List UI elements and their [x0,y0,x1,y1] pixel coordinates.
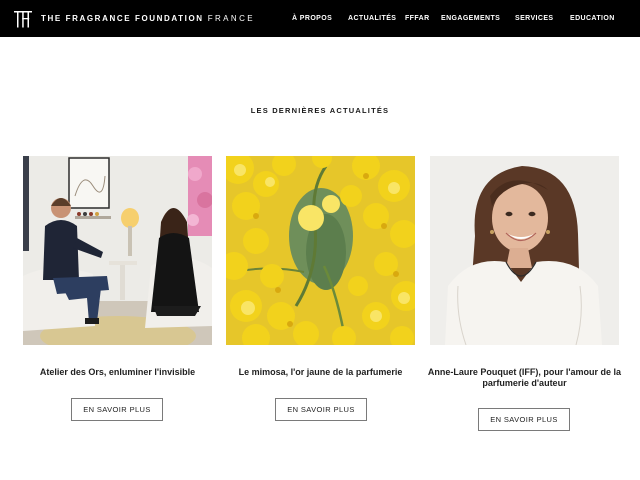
brand-main-text: THE FRAGRANCE FOUNDATION [41,14,204,23]
article-title-atelier-des-ors[interactable]: Atelier des Ors, enluminer l'invisible [23,367,212,378]
read-more-button-mimosa[interactable]: EN SAVOIR PLUS [275,398,367,421]
nav-engagements[interactable]: ENGAGEMENTS [441,13,500,25]
nav-fffar[interactable]: FFFAR [405,13,430,25]
brand-name[interactable]: THE FRAGRANCE FOUNDATION FRANCE [41,13,255,25]
tff-monogram-icon[interactable] [14,10,32,28]
article-title-anne-laure-pouquet[interactable]: Anne-Laure Pouquet (IFF), pour l'amour d… [425,367,624,389]
nav-actualites[interactable]: ACTUALITÉS [348,13,396,25]
article-title-line-1: Anne-Laure Pouquet (IFF), pour l'amour d… [427,367,622,377]
mimosa-flowers-photo [226,156,415,345]
article-image-anne-laure-pouquet[interactable] [430,156,619,345]
portrait-photo [430,156,619,345]
nav-a-propos[interactable]: À PROPOS [292,13,332,25]
read-more-button-atelier-des-ors[interactable]: EN SAVOIR PLUS [71,398,163,421]
nav-education[interactable]: EDUCATION [570,13,615,25]
section-title: LES DERNIÈRES ACTUALITÉS [250,106,390,115]
top-navigation-bar: THE FRAGRANCE FOUNDATION FRANCE À PROPOS … [0,0,640,37]
article-title-mimosa[interactable]: Le mimosa, l'or jaune de la parfumerie [226,367,415,378]
nav-services[interactable]: SERVICES [515,13,553,25]
read-more-button-anne-laure-pouquet[interactable]: EN SAVOIR PLUS [478,408,570,431]
interview-photo [23,156,212,345]
article-image-interview[interactable] [23,156,212,345]
brand-sub-text: FRANCE [207,14,255,23]
article-title-line-2: parfumerie d'auteur [482,378,567,388]
article-image-mimosa[interactable] [226,156,415,345]
